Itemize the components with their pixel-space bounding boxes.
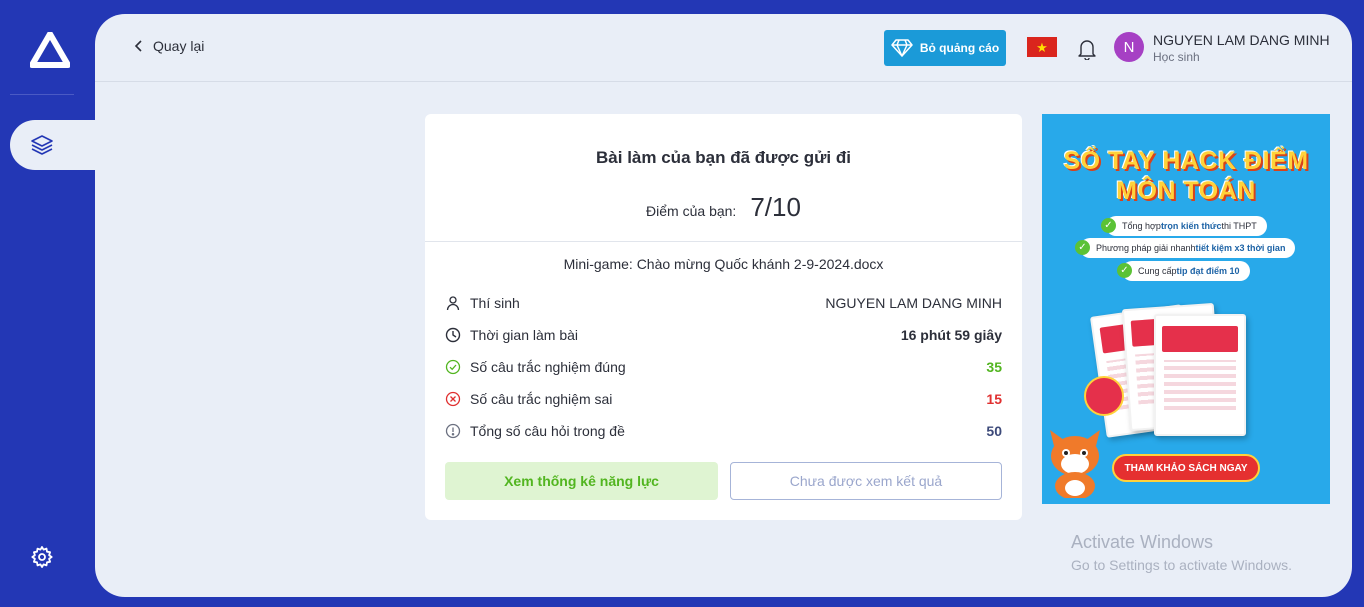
duration-value: 16 phút 59 giây <box>900 327 1002 343</box>
bell-icon[interactable] <box>1077 38 1097 60</box>
bullet-bold: trọn kiến thức <box>1160 221 1222 231</box>
banner-title-line1: SỔ TAY HACK ĐIỂM <box>1063 147 1309 175</box>
info-circle-icon <box>445 423 461 439</box>
score-label: Điểm của bạn: <box>646 203 737 219</box>
row-label: Tổng số câu hỏi trong đề <box>470 423 625 439</box>
bullet-text: Cung cấp <box>1138 266 1177 276</box>
user-name: NGUYEN LAM DANG MINH <box>1153 32 1330 48</box>
logo-icon[interactable] <box>30 32 70 68</box>
row-total: Tổng số câu hỏi trong đề 50 <box>445 415 1002 447</box>
row-correct: Số câu trắc nghiệm đúng 35 <box>445 351 1002 383</box>
avatar[interactable]: N <box>1114 32 1144 62</box>
bullet-text: Tổng hợp <box>1122 221 1161 231</box>
check-icon: ✓ <box>1101 218 1116 233</box>
result-details: Thí sinh NGUYEN LAM DANG MINH Thời gian … <box>445 287 1002 447</box>
banner-title: SỔ TAY HACK ĐIỂM MÔN TOÁN <box>1042 146 1330 206</box>
back-label: Quay lại <box>153 38 205 54</box>
chevron-left-icon <box>134 40 142 52</box>
x-circle-icon <box>445 391 461 407</box>
check-icon: ✓ <box>1117 263 1132 278</box>
ad-banner[interactable]: SỔ TAY HACK ĐIỂM MÔN TOÁN ✓ Tổng hợp trọ… <box>1042 114 1330 504</box>
bullet-bold: tip đạt điểm 10 <box>1176 266 1240 276</box>
user-icon <box>446 296 460 311</box>
back-button[interactable]: Quay lại <box>133 38 204 54</box>
row-duration: Thời gian làm bài 16 phút 59 giây <box>445 319 1002 351</box>
layers-icon <box>31 135 53 155</box>
candidate-name: NGUYEN LAM DANG MINH <box>825 295 1002 311</box>
banner-title-line2: MÔN TOÁN <box>1116 177 1256 205</box>
row-label: Thí sinh <box>470 295 520 311</box>
correct-count: 35 <box>986 359 1002 375</box>
bullet-text: thi THPT <box>1221 221 1257 231</box>
card-divider <box>425 241 1022 242</box>
bullet-bold: tiết kiệm x3 thời gian <box>1195 243 1286 253</box>
file-name: Mini-game: Chào mừng Quốc khánh 2-9-2024… <box>563 256 884 272</box>
vietnam-flag-icon[interactable]: ★ <box>1027 37 1057 57</box>
view-stats-button[interactable]: Xem thống kê năng lực <box>445 462 718 500</box>
banner-bullet: ✓ Phương pháp giải nhanh tiết kiệm x3 th… <box>1075 238 1296 258</box>
sidebar <box>0 0 100 607</box>
banner-bullet: ✓ Tổng hợp trọn kiến thức thi THPT <box>1101 216 1267 236</box>
tiger-mascot-icon <box>1050 430 1100 498</box>
clock-icon <box>445 327 461 343</box>
activation-watermark-title: Activate Windows <box>1071 532 1214 552</box>
activation-watermark-text: Go to Settings to activate Windows. <box>1071 557 1292 573</box>
diamond-icon <box>891 39 913 57</box>
banner-cta-button[interactable]: THAM KHẢO SÁCH NGAY <box>1112 454 1260 482</box>
top-bar: Quay lại Bỏ quảng cáo ★ N NGUYEN LAM DAN… <box>95 14 1352 82</box>
remove-ads-button[interactable]: Bỏ quảng cáo <box>884 30 1006 66</box>
wrong-count: 15 <box>986 391 1002 407</box>
row-wrong: Số câu trắc nghiệm sai 15 <box>445 383 1002 415</box>
gear-icon[interactable] <box>30 545 54 569</box>
user-role: Học sinh <box>1153 50 1200 64</box>
sidebar-item-materials[interactable] <box>10 120 100 170</box>
score-row: Điểm của bạn: 7/10 <box>425 192 1022 223</box>
view-result-button[interactable]: Chưa được xem kết quả <box>730 462 1002 500</box>
result-title: Bài làm của bạn đã được gửi đi <box>596 148 851 167</box>
banner-bullet: ✓ Cung cấp tip đạt điểm 10 <box>1117 261 1250 281</box>
main-panel: Quay lại Bỏ quảng cáo ★ N NGUYEN LAM DAN… <box>95 14 1352 597</box>
bullet-text: Phương pháp giải nhanh <box>1096 243 1196 253</box>
result-card: Bài làm của bạn đã được gửi đi Điểm của … <box>425 114 1022 520</box>
sidebar-divider <box>10 94 74 95</box>
row-label: Số câu trắc nghiệm sai <box>470 391 613 407</box>
remove-ads-label: Bỏ quảng cáo <box>919 41 1000 55</box>
row-label: Số câu trắc nghiệm đúng <box>470 359 626 375</box>
exclusive-badge <box>1084 376 1124 416</box>
book-image <box>1154 314 1246 436</box>
row-candidate: Thí sinh NGUYEN LAM DANG MINH <box>445 287 1002 319</box>
check-icon: ✓ <box>1075 240 1090 255</box>
total-count: 50 <box>986 423 1002 439</box>
check-circle-icon <box>445 359 461 375</box>
row-label: Thời gian làm bài <box>470 327 579 343</box>
score-value: 7/10 <box>750 192 801 222</box>
